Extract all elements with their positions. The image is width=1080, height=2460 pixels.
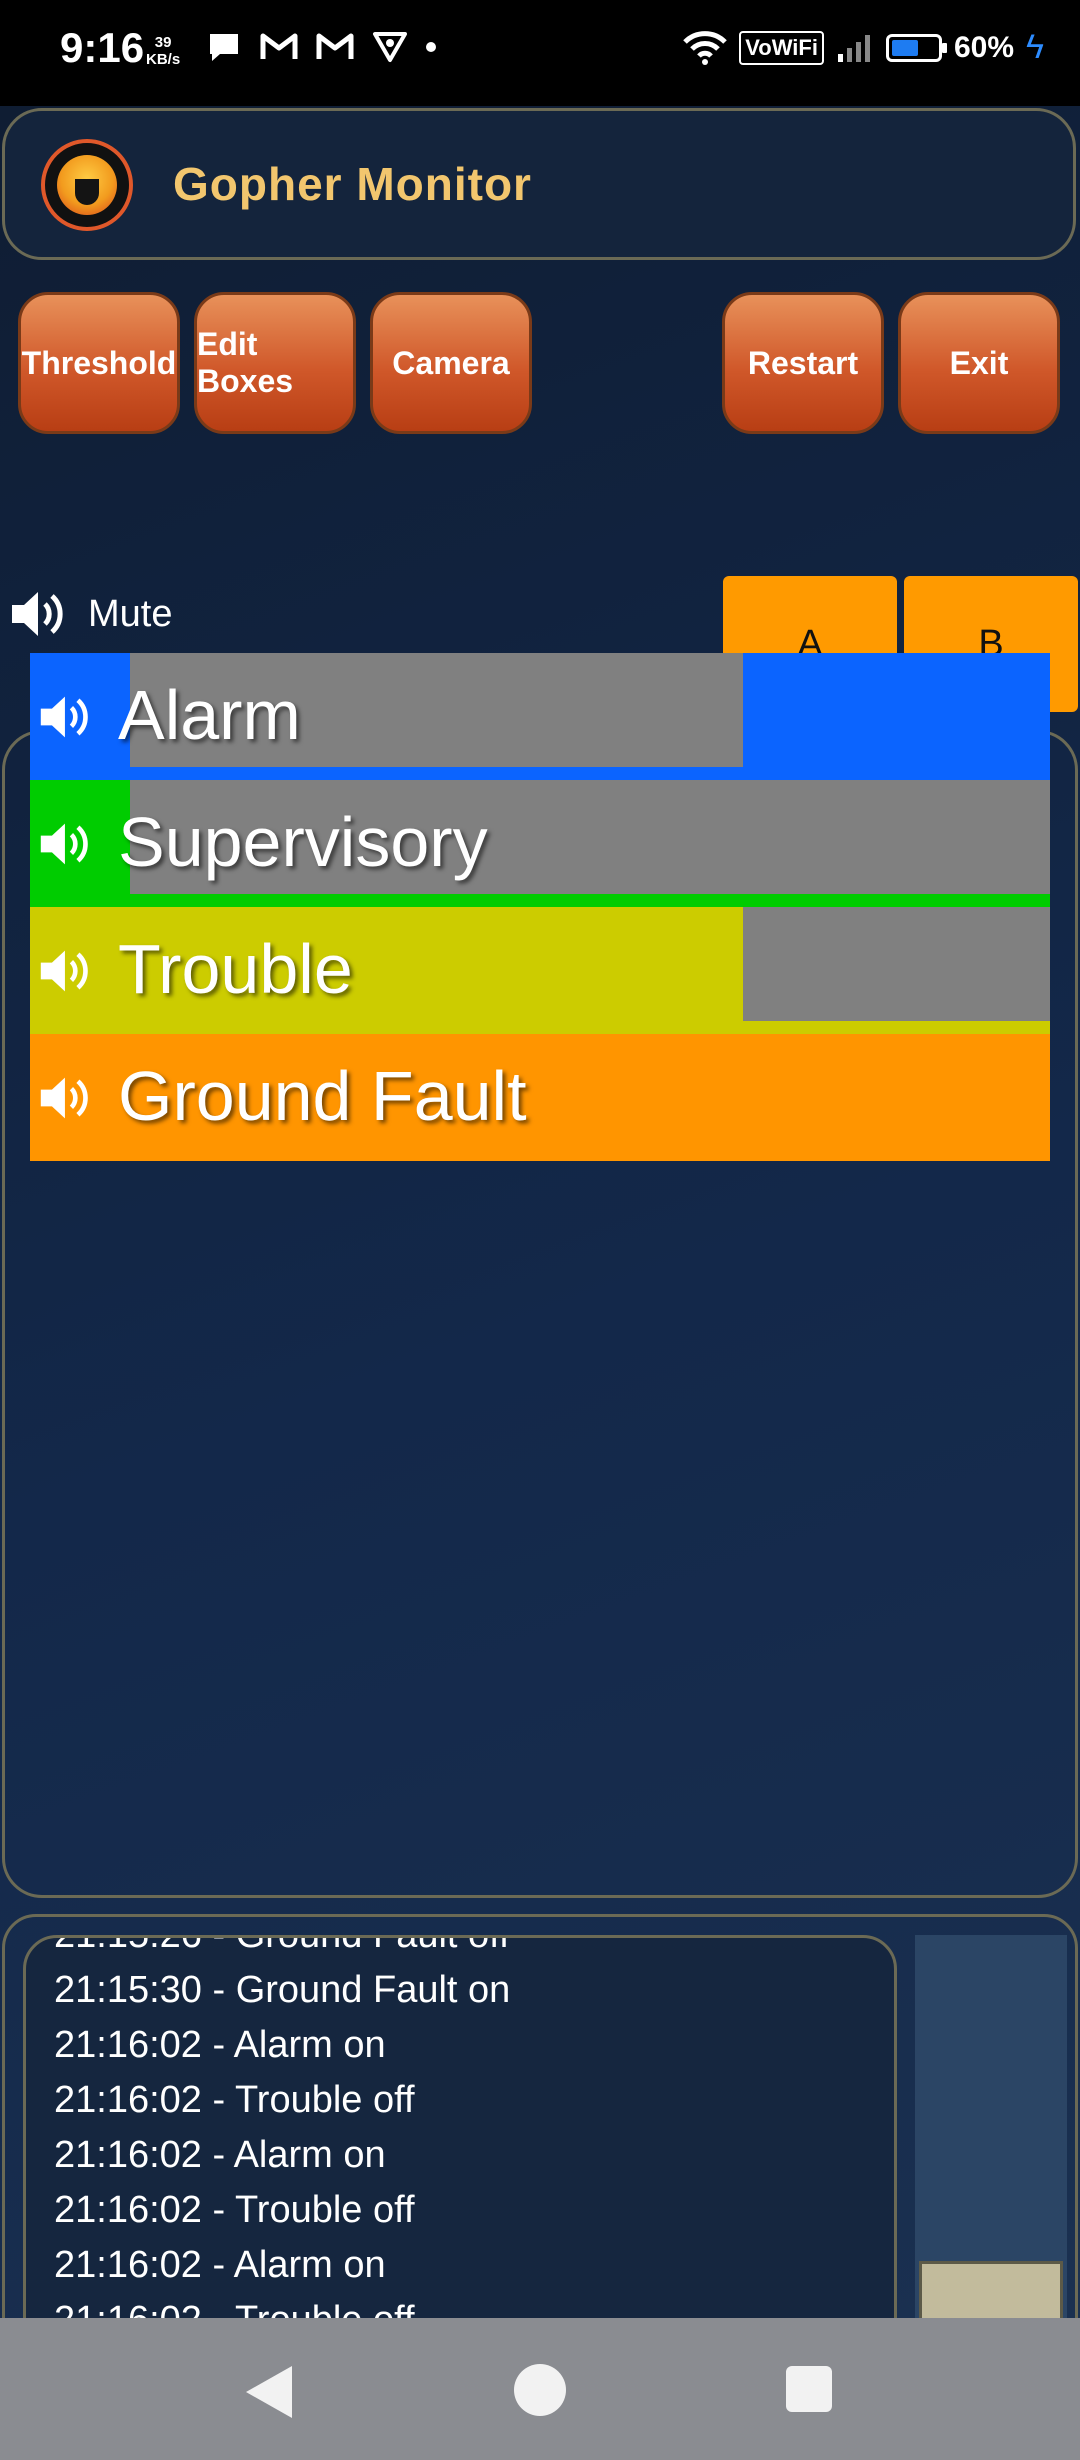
log-line: 21:16:02 - Alarm on (54, 2024, 386, 2066)
speaker-icon (40, 696, 88, 738)
mute-toggle[interactable]: Mute (8, 586, 172, 642)
back-triangle-icon[interactable] (246, 2366, 292, 2418)
zone-ground-fault-label: Ground Fault (118, 1057, 527, 1135)
camera-button[interactable]: Camera (370, 292, 532, 434)
wifi-icon (683, 30, 728, 65)
network-speed: 39 KB/s (146, 34, 180, 68)
home-circle-icon[interactable] (514, 2364, 566, 2416)
gopher-logo-icon (41, 139, 133, 231)
network-speed-unit: KB/s (146, 51, 181, 68)
gmail-icon (260, 33, 298, 59)
zone-supervisory[interactable]: Supervisory (30, 780, 1050, 907)
charging-bolt-icon: ϟ (1026, 28, 1044, 66)
network-speed-value: 39 (154, 34, 172, 51)
signal-icon (837, 34, 870, 62)
log-line: 21:15:26 - Ground Fault off (54, 1935, 510, 1956)
zone-alarm[interactable]: Alarm (30, 653, 1050, 780)
gmail-icon (316, 33, 354, 59)
log-line: 21:16:02 - Trouble off (54, 2079, 415, 2121)
edit-boxes-button[interactable]: Edit Boxes (194, 292, 356, 434)
chat-bubble-icon (210, 34, 238, 61)
zone-trouble-label: Trouble (118, 930, 353, 1008)
zone-trouble[interactable]: Trouble (30, 907, 1050, 1034)
speaker-icon (12, 592, 63, 636)
battery-fill (891, 39, 919, 56)
zone-trouble-overlay (743, 907, 1050, 1021)
vowifi-badge: VoWiFi (739, 30, 824, 65)
mute-label: Mute (88, 592, 173, 635)
threshold-button[interactable]: Threshold (18, 292, 180, 434)
app-title: Gopher Monitor (173, 158, 532, 210)
speaker-icon (40, 950, 88, 992)
zone-supervisory-label: Supervisory (118, 803, 488, 881)
app-header: Gopher Monitor (2, 108, 1076, 260)
log-lines: 21:15:26 - Ground Fault off 21:15:30 - G… (54, 1935, 511, 2348)
battery-percent: 60% (953, 30, 1014, 64)
log-line: 21:16:02 - Trouble off (54, 2189, 415, 2231)
log-line: 21:16:02 - Alarm on (54, 2244, 386, 2286)
restart-button[interactable]: Restart (722, 292, 884, 434)
speaker-icon (40, 1077, 88, 1119)
system-nav-bar (0, 2318, 1080, 2460)
recents-square-icon[interactable] (786, 2366, 832, 2412)
exit-button[interactable]: Exit (898, 292, 1060, 434)
app-area: Gopher Monitor Threshold Edit Boxes Came… (0, 106, 1080, 2424)
status-bar: 9:16 39 KB/s VoWiFi 60% ϟ (0, 0, 1080, 106)
vpn-icon (373, 32, 407, 62)
status-time: 9:16 (60, 24, 145, 71)
dot-icon (426, 42, 436, 52)
speaker-icon (40, 823, 88, 865)
battery-icon (885, 33, 947, 62)
log-line: 21:15:30 - Ground Fault on (54, 1969, 511, 2011)
log-line: 21:16:02 - Alarm on (54, 2134, 386, 2176)
zone-ground-fault[interactable]: Ground Fault (30, 1034, 1050, 1161)
zone-alarm-label: Alarm (118, 676, 301, 754)
